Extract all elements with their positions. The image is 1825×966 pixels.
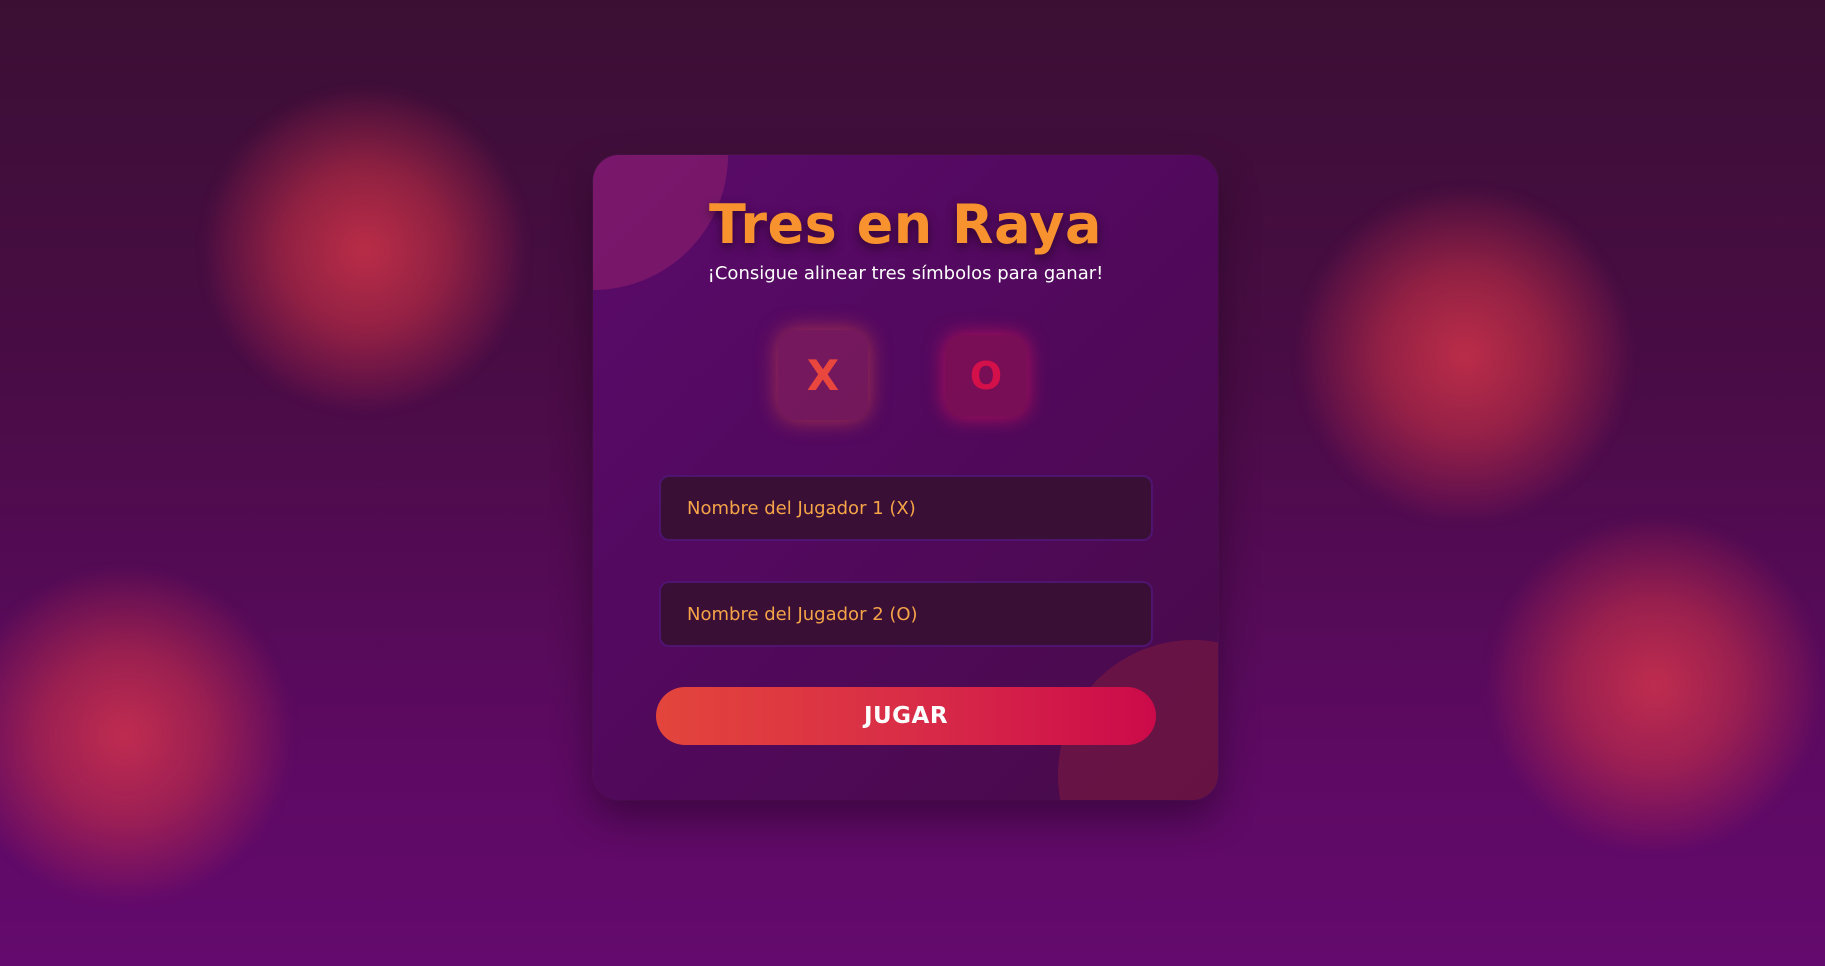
- game-title: Tres en Raya: [709, 193, 1102, 256]
- game-subtitle: ¡Consigue alinear tres símbolos para gan…: [707, 263, 1104, 284]
- player1-name-input[interactable]: [659, 475, 1153, 541]
- player2-name-input[interactable]: [659, 581, 1153, 647]
- background-blob: [1300, 190, 1630, 520]
- play-button[interactable]: JUGAR: [656, 687, 1156, 745]
- setup-card: Tres en Raya ¡Consigue alinear tres símb…: [593, 155, 1218, 800]
- background-blob: [205, 90, 525, 410]
- background-blob: [0, 570, 290, 900]
- background-blob: [1490, 520, 1820, 850]
- o-symbol-icon: O: [945, 335, 1027, 417]
- x-symbol-icon: X: [778, 330, 868, 420]
